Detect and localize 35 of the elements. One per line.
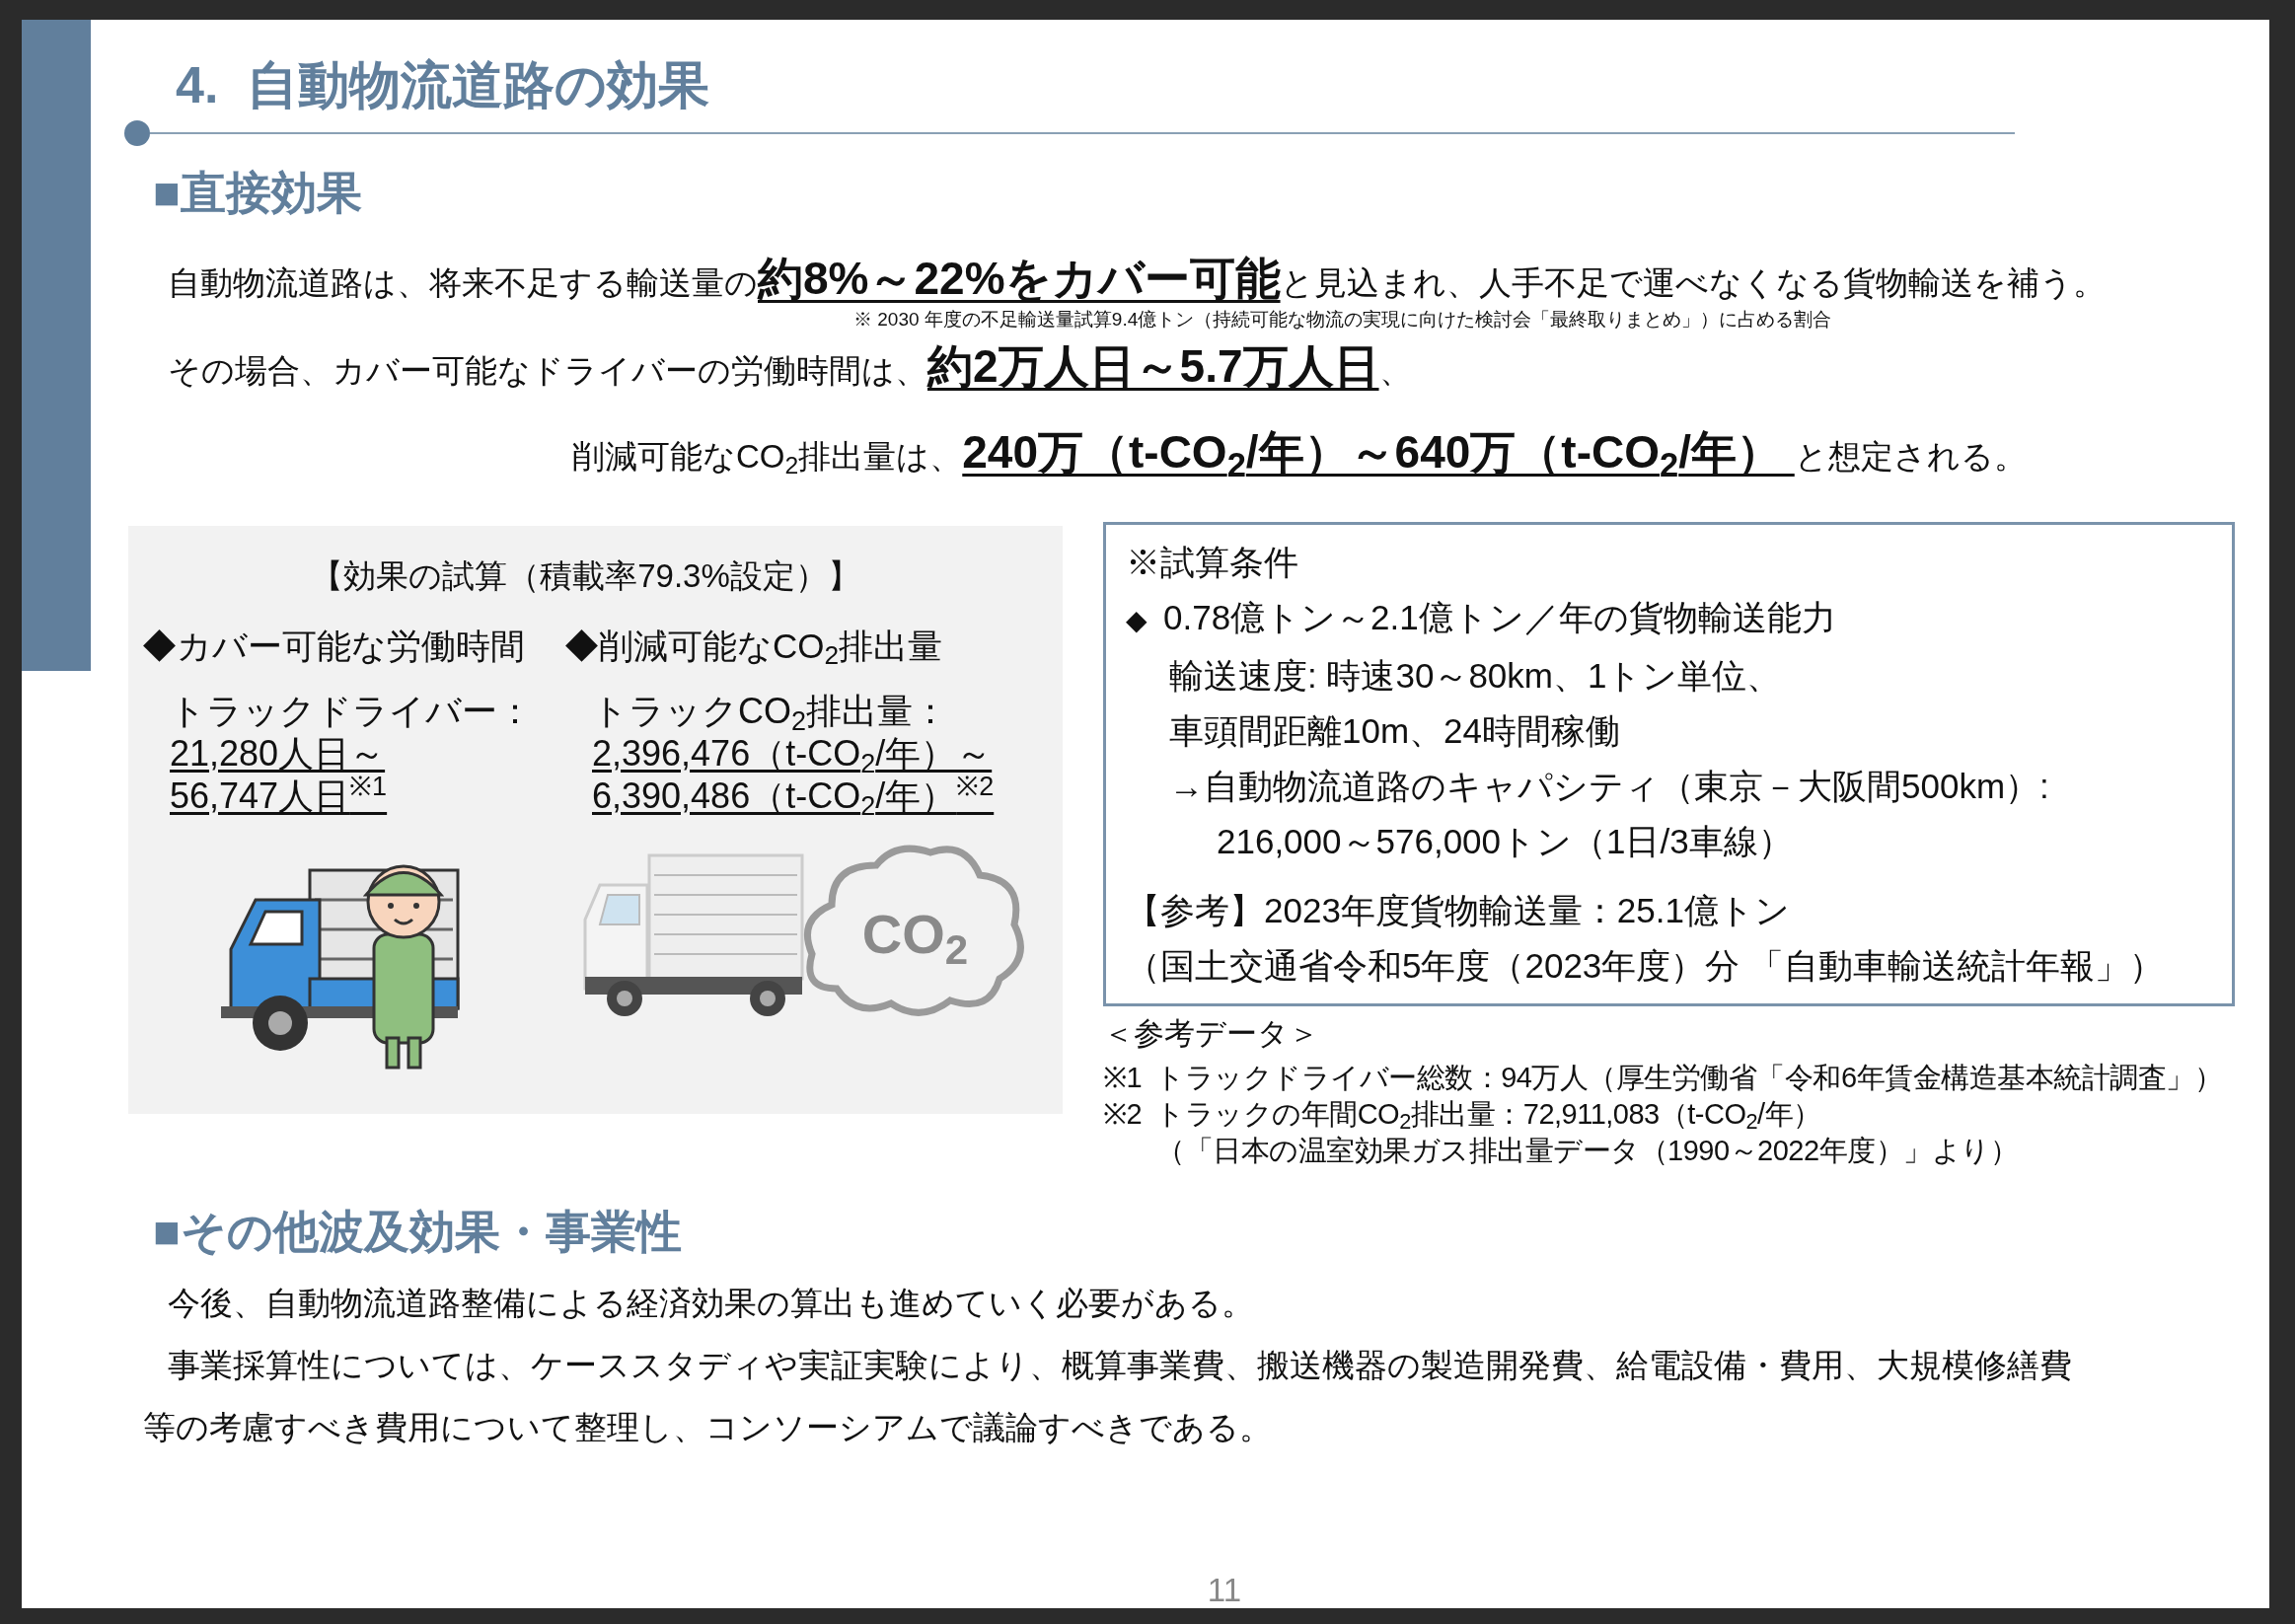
column-heading: ◆削減可能なCO$_{2}$排出量 (564, 625, 944, 672)
body-paragraph: 事業採算性については、ケーススタディや実証実験により、概算事業費、搬送機器の製造開発費、給電設備・費用、大規模修繕費等の考慮すべき費用について整理し、コンソーシアムで議論すべきである。 (143, 1346, 2073, 1447)
condition-text: →自動物流道路のキャパシティ（東京－大阪間500km）: (1169, 766, 2049, 807)
section-heading: ■その他波及効果・事業性 (152, 1209, 683, 1254)
condition-text: 【参考】2023年度貨物輸送量：25.1億トン (1126, 890, 1790, 931)
condition-text: （国土交通省令和5年度（2023年度）分 「自動車輸送統計年報」） (1126, 945, 2165, 987)
reference-note: トラックドライバー総数：94万人（厚生労働省「令和6年賃金構造基本統計調査」） (1155, 1061, 2223, 1095)
box-heading: ※試算条件 (1126, 542, 1298, 583)
page-number: 11 (1206, 1574, 1243, 1608)
column-heading: ◆カバー可能な労働時間 (142, 625, 526, 667)
metric-value: 2,396,476（t-CO$_{2}$/年）～ (592, 732, 993, 775)
section-heading: ■直接効果 (152, 170, 363, 215)
reference-note: トラックの年間CO$_{2}$排出量：72,911,083（t-CO$_{2}$/年） (1155, 1097, 1821, 1133)
slide-title: 4. 自動物流道路の効果 (176, 59, 711, 111)
note-marker: ※1 (1103, 1061, 1143, 1095)
bullet-marker: ◆ (1126, 604, 1148, 637)
condition-text: 輸送速度: 時速30～80km、1トン単位、 (1169, 655, 1782, 697)
metric-label: トラックCO$_{2}$排出量： (592, 690, 950, 732)
metric-value: 56,747人日$^{※1}$ (170, 775, 388, 817)
condition-text: 0.78億トン～2.1億トン／年の貨物輸送能力 (1163, 597, 1836, 638)
reference-note: （「日本の温室効果ガス排出量データ（1990～2022年度）」より） (1156, 1135, 2019, 1166)
cloud-label: CO$_{2}$ (861, 902, 969, 975)
metric-value: 6,390,486（t-CO$_{2}$/年）$^{※2}$ (592, 775, 995, 817)
footnote: ※ 2030 年度の不足輸送量試算9.4億トン（持続可能な物流の実現に向けた検討会「最終取りまとめ」）に占める割合 (852, 309, 1833, 331)
panel-caption: 【効果の試算（積載率79.3%設定）】 (310, 556, 861, 596)
condition-text: 車頭間距離10m、24時間稼働 (1169, 710, 1621, 752)
note-marker: ※2 (1103, 1097, 1143, 1132)
condition-text: 216,000～576,000トン（1日/3車線） (1217, 821, 1793, 862)
body-paragraph: 今後、自動物流道路整備による経済効果の算出も進めていく必要がある。 (167, 1284, 1255, 1323)
metric-label: トラックドライバー： (170, 690, 534, 732)
summary-sentence: 自動物流道路は、将来不足する輸送量の約8%～22%をカバー可能と見込まれ、人手不足で運べなくなる貨物輸送を補う。 (168, 252, 2107, 306)
reference-heading: ＜参考データ＞ (1103, 1015, 1320, 1053)
summary-sentence: 削減可能なCO$_{2}$排出量は、240万（t-CO$_{2}$/年）～640万（t-CO$_{2}$/年） と想定される。 (572, 425, 2028, 485)
metric-value: 21,280人日～ (170, 732, 386, 775)
summary-sentence: その場合、カバー可能なドライバーの労働時間は、約2万人日～5.7万人日、 (168, 339, 1413, 394)
